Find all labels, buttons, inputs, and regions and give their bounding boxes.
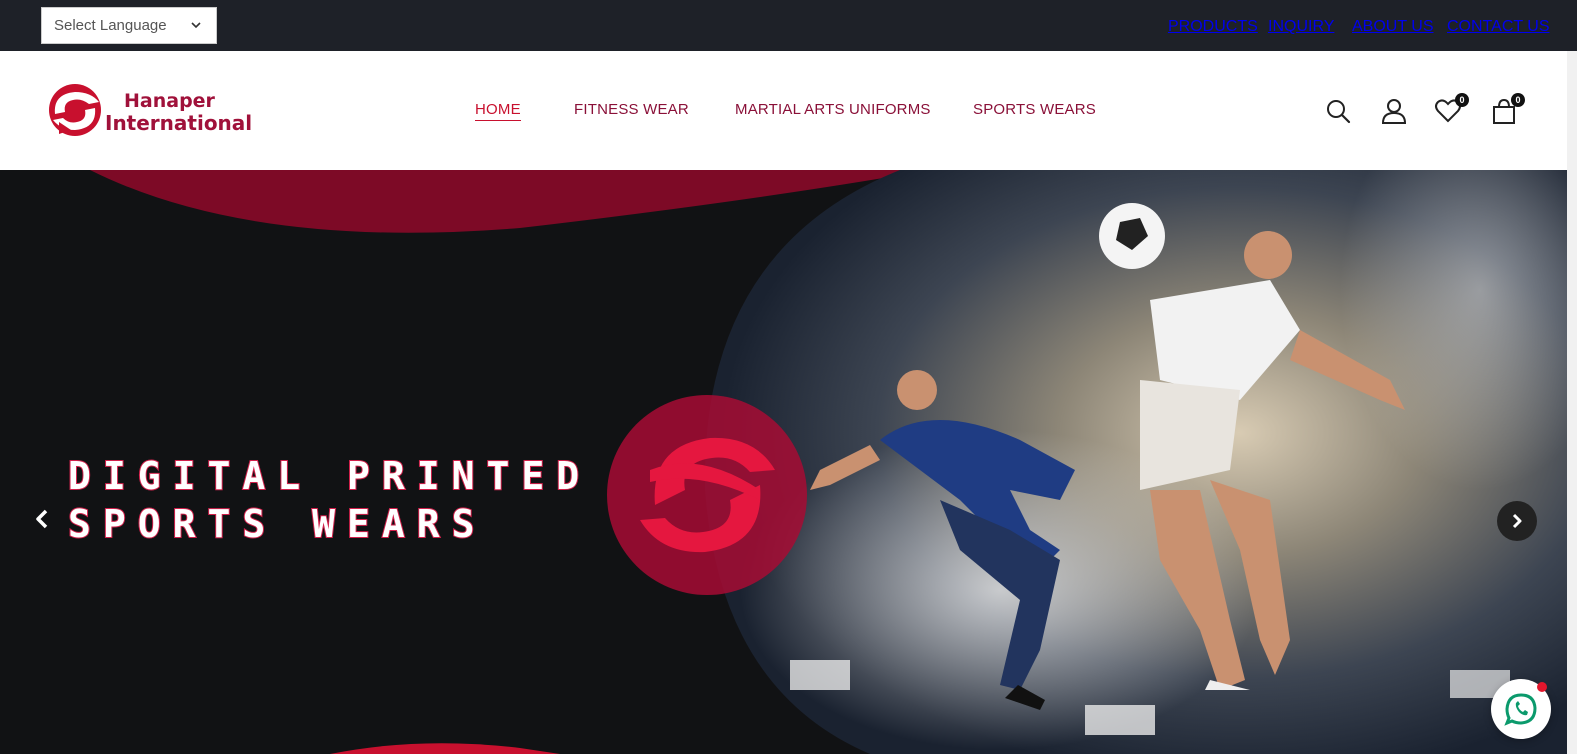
logo-line-1: Hanaper [124,90,215,112]
top-bar: Select Language PRODUCTS INQUIRY ABOUT U… [0,0,1577,51]
nav-fitness-wear[interactable]: FITNESS WEAR [574,101,689,118]
slider-next-button[interactable] [1497,501,1537,541]
wishlist-count-badge: 0 [1455,93,1469,107]
logo-text: Hanaper International [105,90,252,134]
top-link-inquiry[interactable]: INQUIRY [1268,18,1334,36]
hero-title-line-2: SPORTS WEARS [67,501,487,547]
hero-slider: DiGiTAL PRINTED SPORTS WEARS [0,170,1567,754]
language-select-value: Select Language [54,17,167,34]
user-icon[interactable] [1380,97,1408,125]
chevron-down-icon [191,22,201,29]
nav-sports-wears[interactable]: SPORTS WEARS [973,101,1096,118]
hero-title-line-1: DiGiTAL PRINTED [67,453,592,499]
chevron-left-icon[interactable] [30,507,54,531]
language-select[interactable]: Select Language [41,7,217,44]
nav-martial-arts-uniforms[interactable]: MARTIAL ARTS UNIFORMS [735,101,931,118]
chevron-right-icon [1512,513,1522,529]
logo-line-2: International [105,111,253,135]
notification-dot [1537,682,1547,692]
hero-title: DiGiTAL PRINTED SPORTS WEARS [67,452,592,548]
page-scrollbar[interactable] [1567,51,1577,754]
top-link-contact-us[interactable]: CONTACT US [1447,18,1550,36]
whatsapp-icon [1504,693,1537,726]
top-link-about-us[interactable]: ABOUT US [1352,18,1434,36]
cart-count-badge: 0 [1511,93,1525,107]
search-icon[interactable] [1324,97,1352,125]
logo-mark-icon [49,84,101,136]
main-header: Hanaper International HOME FITNESS WEAR … [0,51,1577,170]
top-link-products[interactable]: PRODUCTS [1168,18,1258,36]
site-logo[interactable]: Hanaper International [45,84,252,140]
nav-home[interactable]: HOME [475,101,521,121]
